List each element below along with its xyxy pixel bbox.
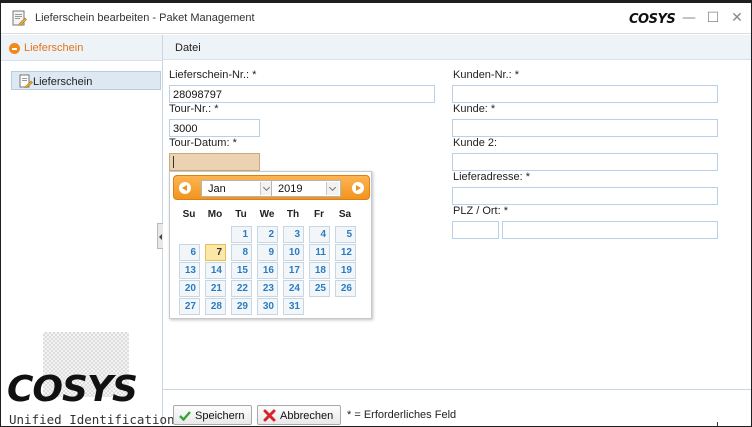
lieferschein-nr-label: Lieferschein-Nr.: * [169, 69, 257, 81]
menu-file[interactable]: Datei [175, 42, 201, 54]
tour-datum-label: Tour-Datum: * [169, 137, 237, 149]
save-button-label: Speichern [195, 410, 245, 422]
company-logo: COSYS Unified Identification [7, 332, 175, 426]
cancel-button-label: Abbrechen [280, 410, 334, 422]
calendar-day[interactable]: 2 [257, 226, 278, 243]
ort-input[interactable] [502, 221, 718, 239]
title-bar: Lieferschein bearbeiten - Paket Manageme… [1, 3, 751, 34]
calendar-day[interactable]: 27 [179, 298, 200, 315]
calendar-day[interactable]: 24 [283, 280, 304, 297]
maximize-button[interactable]: ☐ [704, 9, 722, 27]
calendar-day[interactable]: 3 [283, 226, 304, 243]
calendar-day[interactable]: 8 [231, 244, 252, 261]
save-button[interactable]: Speichern [173, 405, 252, 425]
calendar-day[interactable]: 1 [231, 226, 252, 243]
kunde-label: Kunde: * [453, 103, 496, 115]
kunden-nr-label: Kunden-Nr.: * [453, 69, 520, 81]
calendar-day[interactable]: 10 [283, 244, 304, 261]
weekday-label: Th [286, 209, 300, 220]
calendar-day[interactable]: 22 [231, 280, 252, 297]
calendar-day[interactable]: 11 [309, 244, 330, 261]
sidebar-header-label: Lieferschein [24, 42, 84, 54]
lieferschein-nr-input[interactable]: 28098797 [169, 85, 435, 103]
app-document-icon [12, 10, 27, 26]
checkmark-icon [179, 411, 191, 421]
weekday-label: Tu [235, 209, 247, 220]
calendar-day[interactable]: 29 [231, 298, 252, 315]
collapse-circle-icon [9, 43, 20, 54]
next-month-icon[interactable] [352, 182, 364, 194]
year-select-value: 2019 [278, 183, 303, 195]
calendar-day[interactable]: 25 [309, 280, 330, 297]
calendar-day[interactable]: 6 [179, 244, 200, 261]
calendar-day-today[interactable]: 7 [205, 244, 226, 261]
tour-datum-input[interactable] [169, 153, 260, 171]
cancel-button[interactable]: Abbrechen [257, 405, 341, 425]
calendar-day[interactable]: 17 [283, 262, 304, 279]
tour-nr-input[interactable]: 3000 [169, 119, 260, 137]
calendar-day[interactable]: 28 [205, 298, 226, 315]
month-select[interactable]: Jan [201, 180, 275, 197]
kunde-input[interactable] [452, 119, 718, 137]
calendar-day[interactable]: 23 [257, 280, 278, 297]
kunde2-input[interactable] [452, 153, 718, 171]
sidebar-header[interactable]: Lieferschein [1, 35, 162, 61]
calendar-day[interactable]: 26 [335, 280, 356, 297]
cosys-brand-logo: COSYS [629, 12, 676, 25]
calendar-day[interactable]: 15 [231, 262, 252, 279]
year-select[interactable]: 2019 [271, 180, 341, 197]
weekday-label: Fr [314, 209, 324, 220]
plz-input[interactable] [452, 221, 499, 239]
logo-text: COSYS [7, 374, 137, 404]
close-button[interactable]: ✕ [728, 9, 746, 27]
weekday-label: Su [182, 209, 196, 220]
brand-logo-text: COSYS [629, 12, 675, 25]
date-picker: Jan 2019 Su Mo Tu We Th Fr Sa 1 2 3 4 5 6 7 8 9 10 11 12 1… [169, 171, 372, 319]
kunden-nr-input[interactable] [452, 85, 718, 103]
weekday-label: We [259, 209, 275, 220]
document-edit-icon [19, 74, 33, 88]
kunde2-label: Kunde 2: [453, 137, 498, 149]
calendar-day[interactable]: 16 [257, 262, 278, 279]
calendar-day[interactable]: 5 [335, 226, 356, 243]
calendar-day[interactable]: 14 [205, 262, 226, 279]
sidebar: Lieferschein Lieferschein COSYS Unified … [1, 35, 175, 426]
calendar-day[interactable]: 30 [257, 298, 278, 315]
calendar-day[interactable]: 4 [309, 226, 330, 243]
window-title: Lieferschein bearbeiten - Paket Manageme… [35, 12, 255, 24]
plz-ort-label: PLZ / Ort: * [453, 205, 509, 217]
date-picker-header: Jan 2019 [173, 175, 370, 200]
chevron-down-icon [326, 182, 339, 195]
app-window: Lieferschein bearbeiten - Paket Manageme… [0, 0, 752, 427]
cosys-logo: COSYS [7, 374, 138, 404]
required-field-note: * = Erforderliches Feld [347, 409, 457, 421]
calendar-day[interactable]: 18 [309, 262, 330, 279]
logo-subtitle: Unified Identification [9, 412, 175, 427]
weekday-label: Sa [338, 209, 352, 220]
calendar-day[interactable]: 19 [335, 262, 356, 279]
calendar-day[interactable]: 13 [179, 262, 200, 279]
lieferadresse-input[interactable] [452, 187, 718, 205]
sidebar-collapse-handle[interactable] [157, 223, 163, 249]
calendar-day[interactable]: 21 [205, 280, 226, 297]
menu-bar: Datei [163, 35, 751, 60]
sidebar-item-label: Lieferschein [33, 76, 93, 88]
prev-month-icon[interactable] [179, 182, 191, 194]
resize-grip [717, 422, 718, 426]
calendar-day[interactable]: 9 [257, 244, 278, 261]
tour-nr-label: Tour-Nr.: * [169, 103, 219, 115]
cancel-x-icon [263, 409, 276, 422]
weekday-label: Mo [207, 209, 223, 220]
minimize-button[interactable]: — [680, 9, 698, 27]
lieferadresse-label: Lieferadresse: * [453, 171, 531, 183]
calendar-day[interactable]: 12 [335, 244, 356, 261]
calendar-day[interactable]: 20 [179, 280, 200, 297]
calendar-day[interactable]: 31 [283, 298, 304, 315]
footer-divider [163, 389, 751, 390]
month-select-value: Jan [208, 183, 226, 195]
